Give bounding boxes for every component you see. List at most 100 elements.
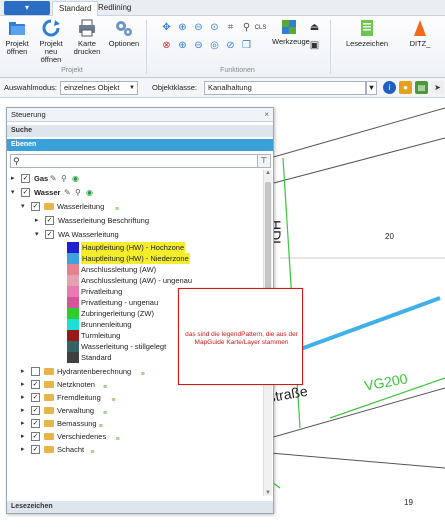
- chevron-right-icon[interactable]: ▸: [21, 391, 29, 404]
- layer-checkbox[interactable]: ✓: [31, 406, 40, 415]
- layer-label: Bemassung: [57, 419, 97, 428]
- chevron-down-icon: ▼: [129, 85, 135, 91]
- pointer-icon[interactable]: ➤: [431, 81, 444, 94]
- layer-checkbox[interactable]: ✓: [21, 174, 30, 183]
- section-suche[interactable]: Suche: [7, 125, 273, 137]
- tree-node-other[interactable]: ▸ ✓ Verschiedenes ≡: [9, 430, 261, 443]
- tree-node-other[interactable]: ▸ ✓ Schacht ≡: [9, 443, 261, 456]
- tree-node-other[interactable]: ▸ ✓ Fremdleitung ≡: [9, 391, 261, 404]
- layer-search-input[interactable]: ⚲ ⊤: [10, 154, 271, 168]
- section-ebenen[interactable]: Ebenen: [7, 139, 273, 151]
- layer-label: WA Wasserleitung: [58, 230, 119, 239]
- chevron-right-icon[interactable]: ▸: [21, 378, 29, 391]
- tree-node-other[interactable]: ▸ ✓ Verwaltung ≡: [9, 404, 261, 417]
- chevron-down-icon[interactable]: ▾: [35, 228, 43, 241]
- close-icon[interactable]: ×: [264, 108, 269, 122]
- werkzeuge-button[interactable]: Werkzeuge: [272, 18, 310, 46]
- tree-node-other[interactable]: ▸ ✓ Bemassung ≡: [9, 417, 261, 430]
- app-menu-button[interactable]: ▾: [4, 1, 50, 15]
- zoom-out-icon[interactable]: ⊖: [192, 22, 205, 34]
- scroll-up-icon[interactable]: ▲: [264, 170, 272, 176]
- legend-swatch: [67, 352, 79, 363]
- layer-checkbox[interactable]: ✓: [31, 419, 40, 428]
- objektklasse-select[interactable]: Kanalhaltung: [204, 81, 366, 95]
- legend-swatch: [67, 275, 79, 286]
- measure-icon[interactable]: ⚲: [240, 22, 253, 34]
- folder-icon: [44, 368, 54, 375]
- layer-checkbox[interactable]: ✓: [45, 216, 54, 225]
- zoom-full-icon[interactable]: ◎: [208, 40, 221, 52]
- legend-swatch: [67, 330, 79, 341]
- chevron-down-icon[interactable]: ▾: [21, 200, 29, 213]
- layer-checkbox[interactable]: ✓: [31, 445, 40, 454]
- edit-icon[interactable]: ✎: [64, 186, 71, 199]
- legend-label: Wasserleitung - stillgelegt: [81, 342, 167, 351]
- layer-label: Wasserleitung: [57, 202, 105, 211]
- tree-node-gas[interactable]: ▸ ✓ Gas ✎ ⚲ ◉: [9, 172, 261, 185]
- search-icon[interactable]: ⚲: [75, 186, 81, 199]
- edit-icon[interactable]: ✎: [50, 172, 57, 185]
- auswahlmodus-select[interactable]: einzelnes Objekt ▼: [60, 81, 138, 95]
- window-icon[interactable]: ▣: [308, 40, 321, 52]
- layer-checkbox[interactable]: ✓: [45, 230, 54, 239]
- zoom-next-icon[interactable]: ⊖: [192, 40, 205, 52]
- print-icon[interactable]: ⏏: [308, 22, 321, 34]
- layer-checkbox[interactable]: ✓: [31, 432, 40, 441]
- tree-node-wa-wasserleitung[interactable]: ▾ ✓ WA Wasserleitung: [9, 228, 261, 241]
- chevron-right-icon[interactable]: ▸: [21, 404, 29, 417]
- projekt-neu-oeffnen-label: Projekt neu öffnen: [39, 39, 63, 64]
- scroll-down-icon[interactable]: ▼: [264, 490, 272, 496]
- bookmark-icon: [361, 20, 373, 36]
- layer-checkbox[interactable]: ✓: [31, 202, 40, 211]
- chevron-right-icon[interactable]: ▸: [11, 172, 19, 185]
- info-icon[interactable]: i: [383, 81, 396, 94]
- cls-button[interactable]: CLS: [254, 22, 267, 34]
- projekt-neu-oeffnen-button[interactable]: Projekt neu öffnen: [34, 18, 68, 64]
- filter-icon[interactable]: ⊤: [257, 155, 270, 167]
- tree-node-wasserleitung-beschriftung[interactable]: ▸ ✓ Wasserleitung Beschriftung: [9, 214, 261, 227]
- legend-swatch: [67, 308, 79, 319]
- copy-icon[interactable]: ❐: [240, 40, 253, 52]
- legend-label: Anschlussleitung (AW) - ungenau: [81, 276, 193, 285]
- table-icon[interactable]: ▤: [415, 81, 428, 94]
- tab-redlining[interactable]: Redlining: [92, 1, 137, 16]
- zoom-prev-icon[interactable]: ⊕: [176, 40, 189, 52]
- karte-drucken-button[interactable]: Karte drucken: [72, 18, 102, 56]
- projekt-oeffnen-button[interactable]: Projekt öffnen: [2, 18, 32, 56]
- chevron-right-icon[interactable]: ▸: [21, 443, 29, 456]
- layer-checkbox[interactable]: ✓: [31, 393, 40, 402]
- optionen-button[interactable]: Optionen: [106, 18, 142, 48]
- tree-node-wasserleitung[interactable]: ▾ ✓ Wasserleitung ≡: [9, 200, 261, 213]
- chevron-right-icon[interactable]: ▸: [21, 417, 29, 430]
- globe-icon[interactable]: ◉: [72, 172, 79, 185]
- parcel-line: [269, 137, 445, 185]
- chevron-right-icon[interactable]: ▸: [21, 430, 29, 443]
- objektklasse-dropdown-button[interactable]: ▼: [366, 81, 377, 95]
- zoom-in-icon[interactable]: ⊕: [176, 22, 189, 34]
- legend-label: Privatleitung: [81, 287, 123, 296]
- ditz-button[interactable]: DITZ_: [396, 18, 444, 48]
- legend-label: Privatleitung - ungenau: [81, 298, 159, 307]
- clear-selection-icon[interactable]: ⊘: [224, 40, 237, 52]
- zoom-window-icon[interactable]: ⊙: [208, 22, 221, 34]
- layer-checkbox[interactable]: ✓: [31, 380, 40, 389]
- section-lesezeichen[interactable]: Lesezeichen: [7, 501, 273, 513]
- search-icon[interactable]: ⚲: [61, 172, 67, 185]
- location-pin-icon[interactable]: ●: [399, 81, 412, 94]
- lesezeichen-button[interactable]: Lesezeichen: [340, 18, 394, 48]
- globe-icon[interactable]: ◉: [86, 186, 93, 199]
- objektklasse-value: Kanalhaltung: [208, 83, 252, 92]
- pan-icon[interactable]: ✥: [160, 22, 173, 34]
- layer-label: Hydrantenberechnung: [57, 367, 132, 376]
- legend-lines-icon: ≡: [90, 449, 95, 456]
- layer-checkbox[interactable]: [31, 367, 40, 376]
- tree-node-wasser[interactable]: ▾ ✓ Wasser ✎ ⚲ ◉: [9, 186, 261, 199]
- chevron-right-icon[interactable]: ▸: [35, 214, 43, 227]
- select-icon[interactable]: ⊗: [160, 40, 173, 52]
- layer-checkbox[interactable]: ✓: [21, 188, 30, 197]
- chevron-down-icon[interactable]: ▾: [11, 186, 19, 199]
- legend-swatch: [67, 242, 79, 253]
- coordinates-icon[interactable]: ⌗: [224, 22, 237, 34]
- legend-swatch: [67, 341, 79, 352]
- chevron-right-icon[interactable]: ▸: [21, 365, 29, 378]
